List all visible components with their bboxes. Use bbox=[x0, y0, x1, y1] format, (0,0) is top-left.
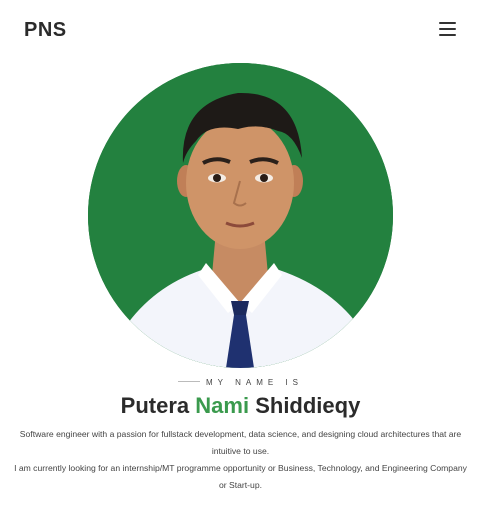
bio-line-1: Software engineer with a passion for ful… bbox=[19, 429, 462, 456]
full-name-heading: Putera Nami Shiddieqy bbox=[0, 393, 481, 419]
name-middle-highlight: Nami bbox=[195, 393, 250, 418]
navbar: PNS bbox=[0, 0, 481, 62]
page: PNS MY NAME IS Putera Nami Shiddieqy Sof… bbox=[0, 0, 481, 519]
name-last: Shiddieqy bbox=[255, 393, 361, 418]
profile-photo bbox=[88, 63, 393, 368]
intro-eyebrow: MY NAME IS bbox=[0, 378, 481, 387]
eyebrow-divider bbox=[178, 381, 200, 383]
name-first: Putera bbox=[120, 393, 190, 418]
bio-line-2: I am currently looking for an internship… bbox=[14, 463, 467, 490]
brand-logo[interactable]: PNS bbox=[24, 19, 67, 42]
bio: Software engineer with a passion for ful… bbox=[14, 426, 467, 494]
hamburger-menu-icon[interactable] bbox=[439, 22, 457, 38]
eyebrow-text: MY NAME IS bbox=[206, 378, 303, 387]
